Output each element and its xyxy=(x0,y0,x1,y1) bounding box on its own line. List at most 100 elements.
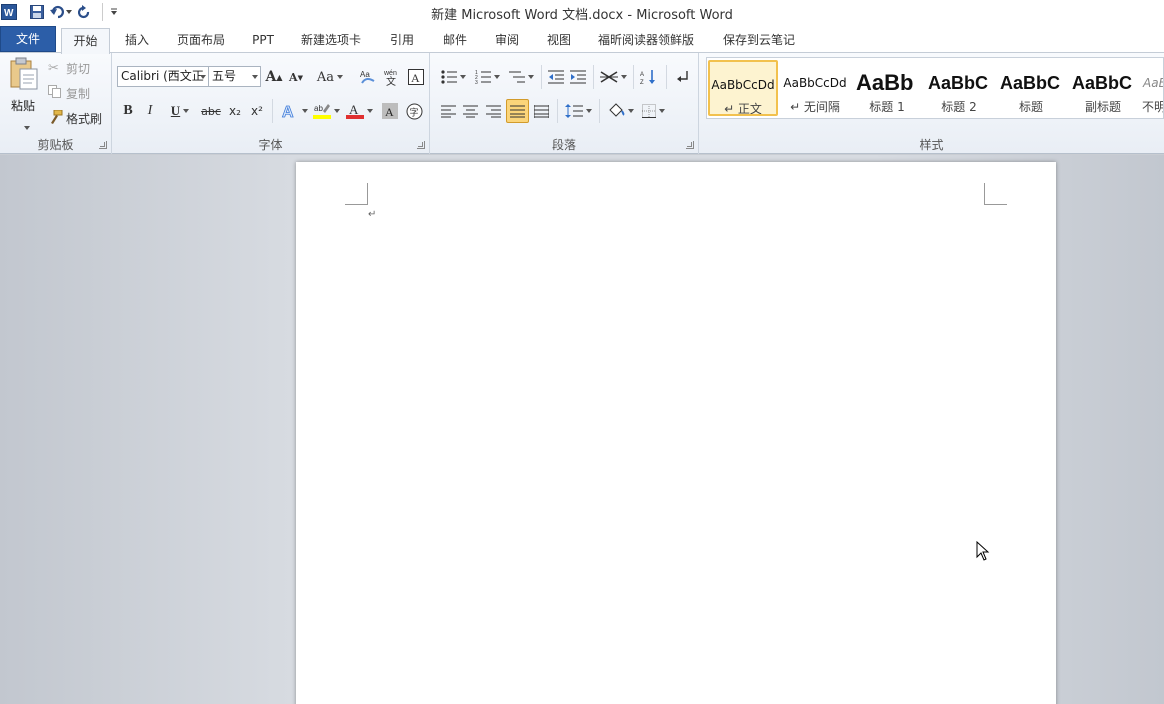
tab-mailings[interactable]: 邮件 xyxy=(434,28,476,53)
tab-new-tab[interactable]: 新建选项卡 xyxy=(294,28,368,53)
style-preview-no-spacing: AaBbCcDd xyxy=(783,76,847,90)
distributed-button[interactable] xyxy=(531,100,551,122)
tab-page-layout[interactable]: 页面布局 xyxy=(170,28,232,53)
styles-group-label: 样式 xyxy=(919,138,944,152)
tab-view[interactable]: 视图 xyxy=(538,28,580,53)
line-spacing-button[interactable] xyxy=(563,100,593,122)
align-left-button[interactable] xyxy=(438,100,458,122)
superscript-button[interactable]: x² xyxy=(248,100,266,122)
paragraph-separator-3 xyxy=(633,65,634,89)
tab-foxit-reader[interactable]: 福昕阅读器领鲜版 xyxy=(590,28,702,53)
font-size-combobox[interactable]: 五号 xyxy=(208,66,261,87)
shrink-font-button[interactable]: A ▼ xyxy=(286,66,306,88)
justify-button[interactable] xyxy=(506,99,529,123)
copy-button[interactable]: 复制 xyxy=(48,82,108,104)
font-dialog-launcher[interactable] xyxy=(417,141,425,149)
tab-ppt[interactable]: PPT xyxy=(244,28,282,53)
paste-dropdown-arrow[interactable] xyxy=(21,119,30,133)
font-group-label: 字体 xyxy=(258,138,283,152)
margin-corner-top-right xyxy=(984,183,1007,205)
svg-text:wén: wén xyxy=(383,70,397,77)
phonetic-guide-button[interactable]: wén 文 xyxy=(382,66,402,88)
decrease-indent-button[interactable] xyxy=(546,66,566,88)
underline-dropdown-arrow[interactable] xyxy=(183,109,190,113)
font-size-dropdown-arrow[interactable] xyxy=(252,75,258,79)
numbering-button[interactable]: 123 xyxy=(472,66,502,88)
style-heading-1[interactable]: AaBb 标题 1 xyxy=(852,60,922,116)
svg-text:A: A xyxy=(349,102,359,117)
multilevel-list-button[interactable] xyxy=(506,66,536,88)
style-subtitle[interactable]: AaBbC 副标题 xyxy=(1068,60,1138,116)
change-case-button[interactable]: Aa xyxy=(316,66,344,88)
mouse-pointer-icon xyxy=(976,541,990,561)
style-name-normal: ↵ 正文 xyxy=(724,102,762,116)
borders-icon xyxy=(641,104,656,118)
paragraph-dialog-launcher[interactable] xyxy=(686,141,694,149)
style-no-spacing[interactable]: AaBbCcDd ↵ 无间隔 xyxy=(780,60,850,116)
svg-text:A: A xyxy=(282,104,294,120)
font-color-button[interactable]: A xyxy=(344,100,374,122)
increase-indent-button[interactable] xyxy=(568,66,588,88)
style-title[interactable]: AaBbC 标题 xyxy=(996,60,1066,116)
clear-formatting-button[interactable]: Aa xyxy=(358,66,378,88)
sort-button[interactable]: AZ xyxy=(638,66,660,88)
distributed-icon xyxy=(533,104,549,118)
clipboard-dialog-launcher[interactable] xyxy=(99,141,107,149)
tab-review[interactable]: 审阅 xyxy=(486,28,528,53)
align-right-button[interactable] xyxy=(483,100,503,122)
bullets-button[interactable] xyxy=(438,66,468,88)
font-separator xyxy=(272,99,273,123)
text-effects-button[interactable]: A xyxy=(280,100,308,122)
subscript-button[interactable]: x₂ xyxy=(226,100,244,122)
svg-text:A: A xyxy=(640,72,644,78)
document-page[interactable]: ↵ xyxy=(296,162,1056,704)
italic-button[interactable]: I xyxy=(142,100,158,122)
scissors-icon: ✂ xyxy=(48,60,59,76)
bold-button[interactable]: B xyxy=(120,100,136,122)
grow-font-button[interactable]: A ▲ xyxy=(264,66,284,88)
font-name-value: Calibri (西文正 xyxy=(121,69,204,83)
paint-bucket-icon xyxy=(608,103,624,117)
font-name-combobox[interactable]: Calibri (西文正 xyxy=(117,66,209,87)
paragraph-mark: ↵ xyxy=(368,209,377,220)
strikethrough-button[interactable]: abc xyxy=(200,100,222,122)
tab-save-to-cloud-notes[interactable]: 保存到云笔记 xyxy=(715,28,803,53)
character-shading-button[interactable]: A xyxy=(380,100,400,122)
style-normal[interactable]: AaBbCcDd ↵ 正文 xyxy=(708,60,778,116)
font-color-dropdown-arrow[interactable] xyxy=(366,109,373,113)
enclose-characters-button[interactable]: 字 xyxy=(404,100,424,122)
underline-button[interactable]: U xyxy=(166,100,194,122)
tab-file[interactable]: 文件 xyxy=(0,26,56,52)
tab-insert[interactable]: 插入 xyxy=(116,28,158,53)
multilevel-list-icon xyxy=(508,71,525,83)
paste-button[interactable]: 粘贴 xyxy=(6,57,42,131)
character-border-button[interactable]: A xyxy=(406,66,426,88)
style-preview-subtle-emphasis: AaB xyxy=(1143,76,1163,90)
style-subtle-emphasis[interactable]: AaB 不明 xyxy=(1140,60,1163,116)
style-preview-normal: AaBbCcDd xyxy=(711,78,775,92)
clear-formatting-icon: Aa xyxy=(360,70,375,84)
svg-text:A: A xyxy=(385,105,394,119)
font-size-value: 五号 xyxy=(212,69,237,83)
font-name-dropdown-arrow[interactable] xyxy=(200,75,206,79)
chinese-layout-button[interactable] xyxy=(598,66,628,88)
bullet-list-icon xyxy=(440,70,457,84)
highlight-color-dropdown-arrow[interactable] xyxy=(333,109,340,113)
highlight-color-button[interactable]: ab xyxy=(310,100,342,122)
cut-button[interactable]: ✂ 剪切 xyxy=(48,57,108,79)
style-heading-2[interactable]: AaBbC 标题 2 xyxy=(924,60,994,116)
format-painter-button[interactable]: 格式刷 xyxy=(48,107,110,129)
paragraph-separator-1 xyxy=(541,65,542,89)
show-hide-marks-button[interactable] xyxy=(672,66,692,88)
align-center-button[interactable] xyxy=(460,100,480,122)
borders-button[interactable] xyxy=(638,100,668,122)
word-window: W 新建 Microsoft Word 文档.docx - Microsoft … xyxy=(0,0,1164,704)
tab-references[interactable]: 引用 xyxy=(381,28,423,53)
tab-home[interactable]: 开始 xyxy=(61,28,110,54)
align-right-icon xyxy=(485,105,501,117)
character-border-icon: A xyxy=(408,69,424,85)
margin-corner-top-left xyxy=(345,183,368,205)
style-preview-heading-1: AaBb xyxy=(856,70,914,95)
shading-button[interactable] xyxy=(604,100,636,122)
align-center-icon xyxy=(462,105,478,117)
